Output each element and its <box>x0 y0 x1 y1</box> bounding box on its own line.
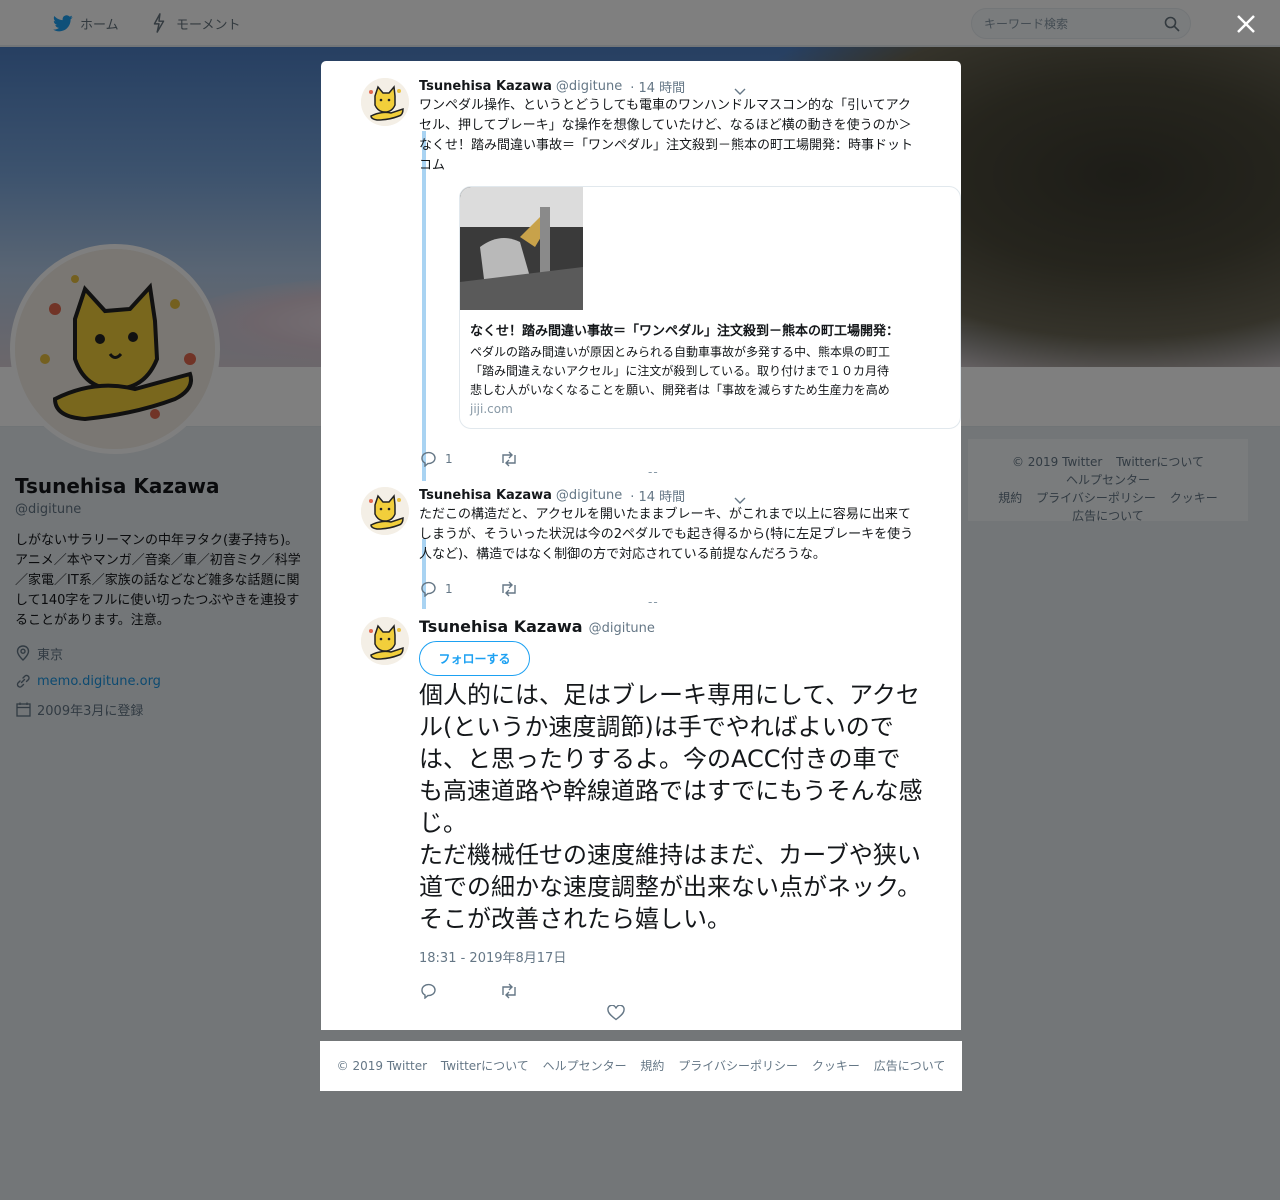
card-description-line: ペダルの踏み間違いが原因とみられる自動車事故が多発する中、熊本県の町工 <box>470 345 891 359</box>
footer-link-about[interactable]: Twitterについて <box>441 1059 529 1073</box>
thread-line <box>422 131 426 481</box>
tweet-header: Tsunehisa Kazawa @digitune · 14 時間 <box>419 486 685 505</box>
tweet-author-name[interactable]: Tsunehisa Kazawa <box>419 488 552 503</box>
chevron-down-icon[interactable] <box>733 492 747 506</box>
card-description-line: 悲しむ人がいなくなることを願い、開発者は「事故を減らすため生産力を高め <box>470 383 890 397</box>
separator: -- <box>648 465 659 479</box>
tweet-header: Tsunehisa Kazawa @digitune · 14 時間 <box>419 77 685 96</box>
retweet-icon <box>499 982 519 1000</box>
card-description-line: 「踏み間違えないアクセル」に注文が殺到している。取り付けまで１０カ月待 <box>470 364 890 378</box>
tweet-author-handle[interactable]: @digitune <box>556 488 622 503</box>
footer-link-help[interactable]: ヘルプセンター <box>543 1059 627 1073</box>
tweet-avatar[interactable] <box>361 617 409 665</box>
follow-button[interactable]: フォローする <box>419 641 530 676</box>
main-tweet-text: 個人的には、足はブレーキ専用にして、アクセル(というか速度調節)は手でやればよい… <box>419 681 923 933</box>
heart-icon[interactable] <box>607 1004 625 1023</box>
tweet-actions: 1 <box>419 579 519 599</box>
reply-button[interactable]: 1 <box>419 450 453 468</box>
main-tweet-header: Tsunehisa Kazawa @digitune <box>419 617 655 636</box>
tweet-modal: Tsunehisa Kazawa @digitune · 14 時間 ワンペダル… <box>321 61 961 1030</box>
reply-icon <box>419 580 439 598</box>
retweet-button[interactable] <box>499 450 519 468</box>
reply-button[interactable] <box>419 982 439 1000</box>
separator: -- <box>648 595 659 609</box>
footer-link-cookies[interactable]: クッキー <box>812 1059 860 1073</box>
tweet-author-handle[interactable]: @digitune <box>556 79 622 94</box>
card-description: ペダルの踏み間違いが原因とみられる自動車事故が多発する中、熊本県の町工 「踏み間… <box>470 343 960 400</box>
tweet-actions: 1 <box>419 449 519 469</box>
main-tweet-author-handle[interactable]: @digitune <box>589 621 655 636</box>
tweet-text: ただこの構造だと、アクセルを開いたままブレーキ、がこれまで以上に容易に出来てしま… <box>419 507 914 562</box>
reply-count: 1 <box>445 582 453 596</box>
retweet-button[interactable] <box>499 580 519 598</box>
link-card[interactable]: なくせ！踏み間違い事故＝「ワンペダル」注文殺到－熊本の町工場開発： ペダルの踏み… <box>459 186 961 429</box>
main-tweet-actions <box>419 982 519 1000</box>
chevron-down-icon[interactable] <box>733 83 747 97</box>
card-title: なくせ！踏み間違い事故＝「ワンペダル」注文殺到－熊本の町工場開発： <box>470 324 900 339</box>
tweet-time[interactable]: · 14 時間 <box>630 77 685 96</box>
footer-copyright: © 2019 Twitter <box>336 1059 428 1073</box>
footer-link-privacy[interactable]: プライバシーポリシー <box>678 1059 798 1073</box>
reply-button[interactable]: 1 <box>419 580 453 598</box>
reply-icon <box>419 450 439 468</box>
card-domain: jiji.com <box>470 402 513 416</box>
close-icon[interactable] <box>1232 10 1260 38</box>
tweet-author-name[interactable]: Tsunehisa Kazawa <box>419 79 552 94</box>
reply-icon <box>419 982 439 1000</box>
retweet-button[interactable] <box>499 982 519 1000</box>
modal-footer: © 2019 Twitter Twitterについて ヘルプセンター 規約 プラ… <box>320 1041 962 1091</box>
tweet-avatar[interactable] <box>361 78 409 126</box>
main-tweet-author-name[interactable]: Tsunehisa Kazawa <box>419 617 583 636</box>
tweet-avatar[interactable] <box>361 487 409 535</box>
main-tweet-timestamp[interactable]: 18:31 - 2019年8月17日 <box>419 947 566 966</box>
reply-count: 1 <box>445 452 453 466</box>
tweet-text: ワンペダル操作、というとどうしても電車のワンハンドルマスコン的な「引いてアクセル… <box>419 98 914 173</box>
footer-link-ads[interactable]: 広告について <box>874 1059 946 1073</box>
retweet-icon <box>499 580 519 598</box>
tweet-time[interactable]: · 14 時間 <box>630 486 685 505</box>
footer-link-terms[interactable]: 規約 <box>640 1059 664 1073</box>
retweet-icon <box>499 450 519 468</box>
card-image <box>460 187 583 310</box>
